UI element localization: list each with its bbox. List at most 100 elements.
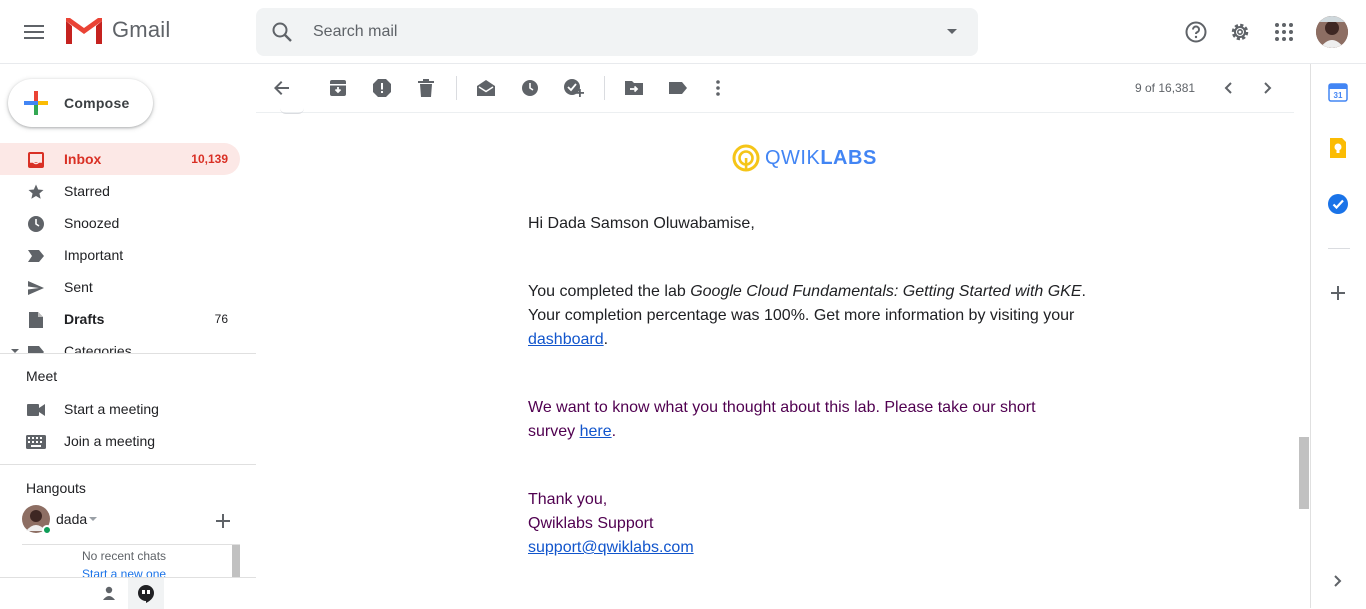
compose-plus-icon — [24, 91, 48, 115]
keyboard-icon — [26, 432, 46, 452]
hangouts-footer — [0, 577, 256, 609]
sidebar-item-label: Inbox — [64, 151, 102, 167]
lab-name: Google Cloud Fundamentals: Getting Start… — [690, 283, 1082, 300]
chevron-left-icon[interactable] — [1216, 76, 1240, 100]
pagination-text: 9 of 16,381 — [1135, 81, 1196, 95]
star-icon — [26, 182, 46, 202]
survey-request-text: We want to know what you thought about t… — [528, 399, 1036, 416]
expand-panel-chevron-icon[interactable] — [1326, 569, 1350, 593]
dashboard-link[interactable]: dashboard — [528, 331, 604, 348]
calendar-icon[interactable]: 31 — [1326, 80, 1350, 104]
snooze-icon[interactable] — [518, 76, 542, 100]
email-paragraph-1: You completed the lab Google Cloud Funda… — [528, 280, 1088, 352]
video-camera-icon — [26, 400, 46, 420]
account-avatar[interactable] — [1316, 16, 1348, 48]
sidebar-item-categories[interactable]: Categories — [0, 335, 256, 353]
help-icon[interactable] — [1180, 16, 1212, 48]
hangouts-quote-icon[interactable] — [138, 585, 154, 603]
unread-count: 10,139 — [191, 152, 228, 166]
signature-name: Qwiklabs Support — [528, 515, 654, 532]
join-meeting-item[interactable]: Join a meeting — [0, 425, 240, 457]
hangouts-chat-list: No recent chats Start a new one — [22, 544, 240, 578]
sidebar-item-label: Sent — [64, 279, 93, 295]
punct: . — [611, 423, 617, 440]
email-signature: Thank you, Qwiklabs Support support@qwik… — [528, 488, 1088, 560]
add-to-tasks-icon[interactable] — [562, 76, 586, 100]
qwiklabs-logo-icon — [732, 144, 760, 172]
no-recent-chats-text: No recent chats — [82, 549, 167, 563]
inbox-icon — [26, 150, 46, 170]
divider — [0, 464, 256, 465]
support-email-link[interactable]: support@qwiklabs.com — [528, 539, 694, 556]
online-status-dot — [42, 525, 52, 535]
draft-icon — [26, 310, 46, 330]
svg-text:31: 31 — [1334, 91, 1343, 100]
email-greeting: Hi Dada Samson Oluwabamise, — [528, 215, 755, 232]
thanks-text: Thank you, — [528, 491, 608, 508]
sidebar-item-label: Categories — [64, 343, 132, 353]
label-icon[interactable] — [666, 76, 690, 100]
start-meeting-label: Start a meeting — [64, 401, 159, 417]
sidebar-item-label: Starred — [64, 183, 110, 199]
sidebar-item-inbox[interactable]: Inbox 10,139 — [0, 143, 240, 175]
sidebar-item-label: Drafts — [64, 311, 105, 327]
sidebar-item-label: Snoozed — [64, 215, 120, 231]
punct: . — [1081, 283, 1086, 300]
sender-avatar-edge — [280, 108, 304, 114]
back-icon[interactable] — [270, 76, 294, 100]
top-bar: Gmail Search mail — [0, 0, 1366, 64]
contacts-person-icon[interactable] — [102, 586, 116, 600]
clock-icon — [26, 214, 46, 234]
hangouts-heading: Hangouts — [26, 480, 86, 496]
mark-unread-icon[interactable] — [474, 76, 498, 100]
new-conversation-plus-icon[interactable] — [216, 514, 230, 528]
dropdown-icon[interactable] — [946, 28, 958, 36]
gmail-logo[interactable]: Gmail — [64, 14, 170, 46]
important-icon — [26, 246, 46, 266]
status-dropdown-icon[interactable] — [89, 517, 97, 522]
toolbar-divider — [256, 112, 1294, 113]
sidebar-item-important[interactable]: Important — [0, 239, 240, 271]
qwiklabs-logo: QWIKLABS — [732, 144, 877, 172]
chat-list-scrollbar[interactable] — [232, 545, 240, 578]
menu-icon[interactable] — [14, 12, 54, 52]
qwik-text: QWIK — [765, 146, 821, 169]
send-icon — [26, 278, 46, 298]
side-panel-divider — [1328, 248, 1350, 249]
app-title: Gmail — [112, 17, 171, 42]
toolbar-separator — [456, 76, 457, 100]
start-meeting-item[interactable]: Start a meeting — [0, 393, 240, 425]
report-spam-icon[interactable] — [370, 76, 394, 100]
sidebar-item-snoozed[interactable]: Snoozed — [0, 207, 240, 239]
hangouts-user-name[interactable]: dada — [56, 511, 87, 527]
join-meeting-label: Join a meeting — [64, 433, 156, 449]
compose-label: Compose — [64, 95, 130, 111]
keep-icon[interactable] — [1326, 136, 1350, 160]
meet-heading: Meet — [26, 368, 58, 384]
sidebar-item-label: Important — [64, 247, 124, 263]
hangouts-avatar[interactable] — [22, 505, 52, 535]
drafts-count: 76 — [214, 312, 228, 326]
labs-text: LABS — [820, 146, 877, 169]
email-scrollbar-thumb[interactable] — [1299, 437, 1309, 509]
compose-button[interactable]: Compose — [8, 79, 153, 127]
sidebar-item-drafts[interactable]: Drafts 76 — [0, 303, 240, 335]
sidebar-item-sent[interactable]: Sent — [0, 271, 240, 303]
move-to-icon[interactable] — [622, 76, 646, 100]
search-bar[interactable]: Search mail — [256, 8, 978, 56]
archive-icon[interactable] — [326, 76, 350, 100]
apps-icon[interactable] — [1268, 16, 1300, 48]
chevron-right-icon[interactable] — [1256, 76, 1280, 100]
sidebar-item-starred[interactable]: Starred — [0, 175, 240, 207]
search-icon[interactable] — [270, 20, 294, 44]
settings-icon[interactable] — [1224, 16, 1256, 48]
plus-icon[interactable] — [1326, 281, 1350, 305]
delete-icon[interactable] — [414, 76, 438, 100]
email-paragraph-2: We want to know what you thought about t… — [528, 396, 1088, 444]
survey-text: survey — [528, 423, 580, 440]
tasks-icon[interactable] — [1326, 192, 1350, 216]
gmail-logo-icon — [65, 18, 103, 44]
more-icon[interactable] — [706, 76, 730, 100]
survey-link[interactable]: here — [580, 423, 612, 440]
search-input[interactable]: Search mail — [313, 23, 397, 41]
